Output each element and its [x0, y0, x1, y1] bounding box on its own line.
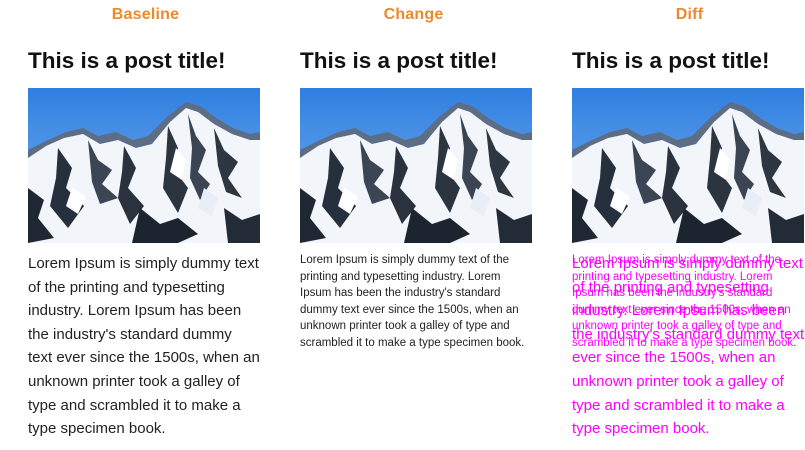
mountain-photo [28, 88, 260, 243]
diff-label: Diff [675, 6, 704, 23]
diff-column: Diff This is a post title! Lorem Ipsum i… [572, 0, 805, 450]
post-body: Lorem Ipsum is simply dummy text of the … [28, 255, 260, 438]
baseline-label: Baseline [111, 6, 180, 23]
mountain-photo [300, 88, 532, 243]
post-body: Lorem Ipsum is simply dummy text of the … [300, 254, 525, 349]
post-title: This is a post title! [300, 48, 498, 73]
change-label: Change [383, 6, 444, 23]
post-title: This is a post title! [28, 48, 226, 73]
diff-body-change-overlay: Lorem Ipsum is simply dummy text of the … [572, 254, 797, 349]
mountain-photo [572, 88, 804, 243]
post-title: This is a post title! [572, 48, 770, 73]
